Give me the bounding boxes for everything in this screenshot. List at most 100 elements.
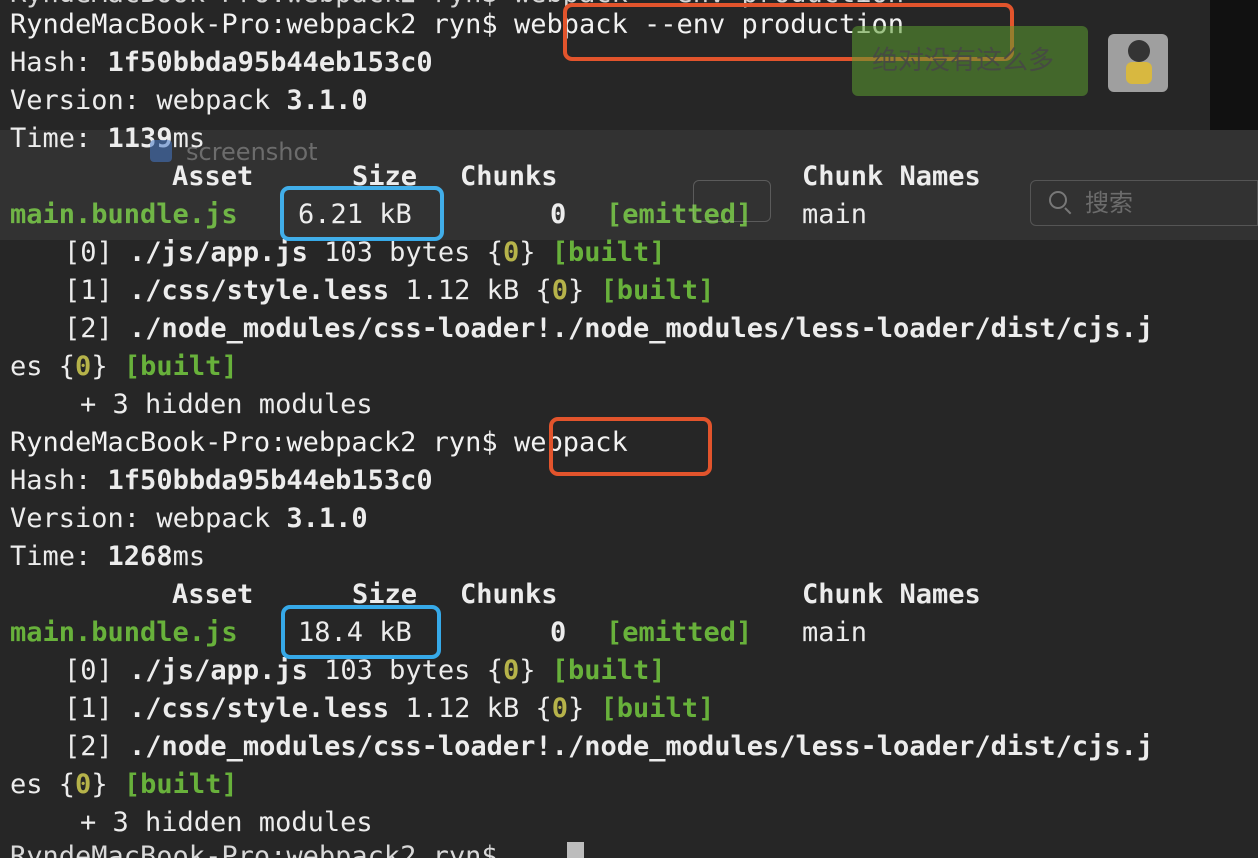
- hash-line: Hash: 1f50bbda95b44eb153c0: [10, 44, 433, 82]
- module-row: [1] ./css/style.less 1.12 kB {0} [built]: [64, 690, 714, 728]
- asset-status: [emitted]: [606, 617, 753, 648]
- chunk-open: {: [58, 769, 76, 800]
- column-chunks: Chunks: [460, 579, 558, 610]
- module-row-wrap: es {0} [built]: [10, 766, 238, 804]
- highlight-size-production: [280, 186, 444, 241]
- module-id: [2]: [64, 731, 113, 762]
- module-id: [1]: [64, 693, 113, 724]
- chunk-close: }: [91, 351, 108, 382]
- chunk-close: }: [91, 769, 108, 800]
- column-chunk-names: Chunk Names: [802, 161, 981, 192]
- asset-row: main.bundle.js 6.21 kB 0 [emitted] main: [10, 196, 1250, 234]
- asset-name: main.bundle.js: [10, 617, 238, 648]
- hash-label: Hash:: [10, 465, 92, 496]
- column-asset: Asset: [172, 579, 254, 610]
- module-size: 103 bytes: [324, 237, 471, 268]
- chunk-open: {: [535, 693, 552, 724]
- module-chunk: 0: [75, 769, 92, 800]
- module-status: [built]: [123, 351, 238, 382]
- column-chunks: Chunks: [460, 161, 558, 192]
- chunk-close: }: [568, 693, 585, 724]
- module-path: ./js/app.js: [129, 655, 308, 686]
- module-path: ./js/app.js: [129, 237, 308, 268]
- module-id: [1]: [64, 275, 113, 306]
- time-value: 1268: [107, 541, 173, 572]
- wrap-prefix: es: [10, 769, 43, 800]
- hash-label: Hash:: [10, 47, 92, 78]
- asset-chunk-name: main: [802, 199, 868, 230]
- asset-chunk-name: main: [802, 617, 868, 648]
- module-status: [built]: [551, 237, 666, 268]
- module-size: 1.12 kB: [405, 275, 520, 306]
- asset-row: main.bundle.js 18.4 kB 0 [emitted] main: [10, 614, 1250, 652]
- version-line: Version: webpack 3.1.0: [10, 82, 368, 120]
- column-chunk-names: Chunk Names: [802, 579, 981, 610]
- highlight-dev-command: [549, 417, 712, 476]
- module-id: [0]: [64, 655, 113, 686]
- chunk-open: {: [535, 275, 552, 306]
- module-path: ./css/style.less: [129, 693, 390, 724]
- chunk-close: }: [519, 237, 536, 268]
- wrap-prefix: es: [10, 351, 43, 382]
- chunk-open: {: [58, 351, 76, 382]
- chunk-close: }: [519, 655, 536, 686]
- highlight-size-dev: [281, 605, 441, 659]
- module-path: ./node_modules/css-loader!./node_modules…: [129, 731, 1154, 762]
- time-unit: ms: [172, 123, 206, 154]
- module-chunk: 0: [502, 655, 520, 686]
- final-prompt: RyndeMacBook-Pro:webpack2 ryn$: [10, 841, 498, 858]
- hash-value: 1f50bbda95b44eb153c0: [107, 47, 433, 78]
- avatar-head: [1128, 40, 1150, 62]
- time-label: Time:: [10, 123, 92, 154]
- version-name: webpack: [156, 503, 271, 534]
- module-chunk: 0: [551, 693, 568, 724]
- prompt: RyndeMacBook-Pro:webpack2 ryn$: [10, 427, 498, 458]
- column-asset: Asset: [172, 161, 254, 192]
- hidden-modules: + 3 hidden modules: [80, 807, 373, 838]
- module-chunk: 0: [75, 351, 92, 382]
- avatar-body: [1126, 62, 1152, 84]
- time-label: Time:: [10, 541, 92, 572]
- version-number: 3.1.0: [286, 85, 368, 116]
- asset-chunk: 0: [550, 199, 567, 230]
- module-id: [0]: [64, 237, 113, 268]
- module-row: [2] ./node_modules/css-loader!./node_mod…: [64, 728, 1153, 766]
- hidden-modules: + 3 hidden modules: [80, 389, 373, 420]
- terminal-window[interactable]: RyndeMacBook-Pro:webpack2 ryn$ webpack -…: [0, 0, 1258, 858]
- avatar: [1108, 34, 1168, 92]
- asset-status: [emitted]: [606, 199, 753, 230]
- module-row-wrap: es {0} [built]: [10, 348, 238, 386]
- asset-chunk: 0: [550, 617, 567, 648]
- module-status: [built]: [600, 693, 715, 724]
- chunk-close: }: [568, 275, 585, 306]
- module-path: ./node_modules/css-loader!./node_modules…: [129, 313, 1154, 344]
- terminal-cursor: [567, 842, 584, 858]
- module-row: [2] ./node_modules/css-loader!./node_mod…: [64, 310, 1153, 348]
- time-line: Time: 1268ms: [10, 538, 205, 576]
- hash-line: Hash: 1f50bbda95b44eb153c0: [10, 462, 433, 500]
- version-label: Version:: [10, 503, 141, 534]
- command-line-run2: RyndeMacBook-Pro:webpack2 ryn$ webpack: [10, 424, 628, 462]
- version-name: webpack: [156, 85, 271, 116]
- module-size: 103 bytes: [324, 655, 471, 686]
- module-status: [built]: [551, 655, 666, 686]
- module-status: [built]: [600, 275, 715, 306]
- module-path: ./css/style.less: [129, 275, 390, 306]
- time-line: Time: 1139ms: [10, 120, 205, 158]
- module-id: [2]: [64, 313, 113, 344]
- prompt: RyndeMacBook-Pro:webpack2 ryn$: [10, 9, 498, 40]
- version-number: 3.1.0: [286, 503, 368, 534]
- module-size: 1.12 kB: [405, 693, 520, 724]
- chunk-open: {: [486, 655, 503, 686]
- asset-name: main.bundle.js: [10, 199, 238, 230]
- chunk-open: {: [486, 237, 503, 268]
- module-status: [built]: [123, 769, 238, 800]
- module-chunk: 0: [551, 275, 568, 306]
- time-value: 1139: [107, 123, 173, 154]
- highlight-production-command: [563, 3, 1014, 61]
- module-chunk: 0: [502, 237, 520, 268]
- time-unit: ms: [172, 541, 206, 572]
- version-line: Version: webpack 3.1.0: [10, 500, 368, 538]
- version-label: Version:: [10, 85, 141, 116]
- hash-value: 1f50bbda95b44eb153c0: [107, 465, 433, 496]
